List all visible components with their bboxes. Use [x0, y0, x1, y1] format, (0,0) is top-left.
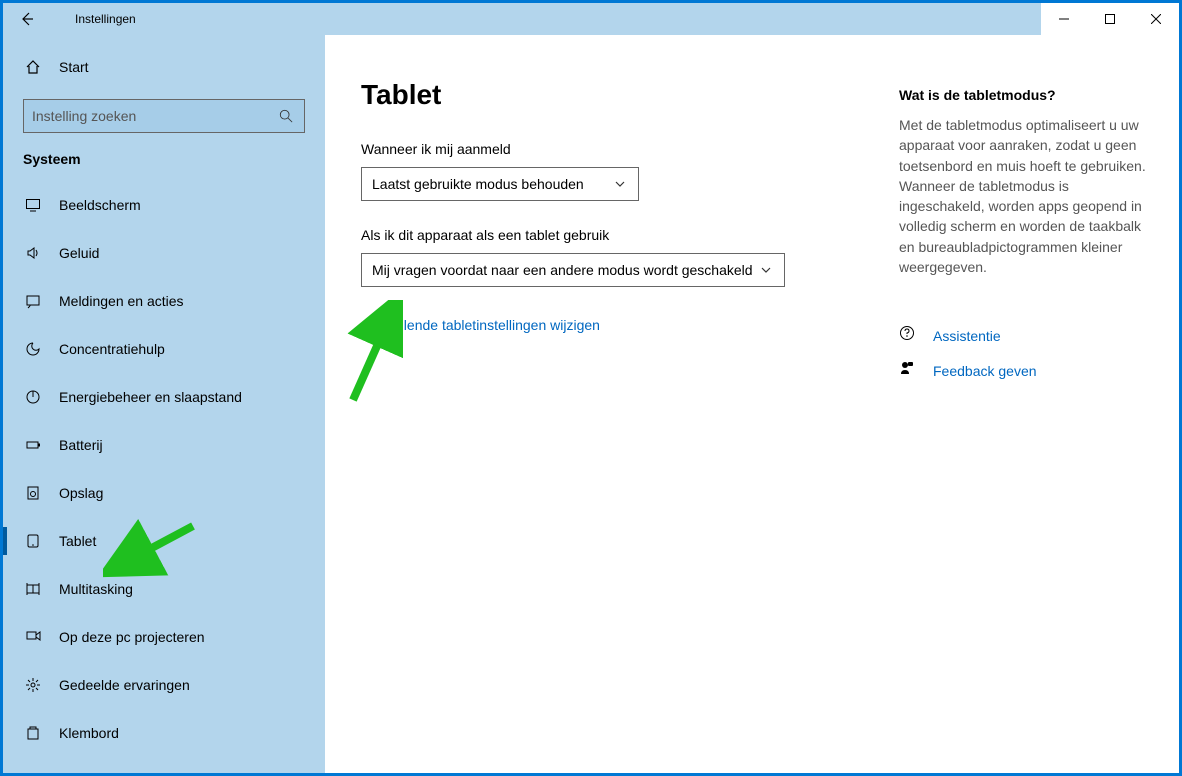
- sidebar-item-op-deze-pc-projecteren[interactable]: Op deze pc projecteren: [3, 613, 325, 661]
- main-content: Tablet Wanneer ik mij aanmeld Laatst geb…: [325, 35, 865, 773]
- arrow-left-icon: [19, 11, 35, 27]
- nav-icon: [23, 677, 43, 693]
- tablet-use-select[interactable]: Mij vragen voordat naar een andere modus…: [361, 253, 785, 287]
- tablet-use-label: Als ik dit apparaat als een tablet gebru…: [361, 227, 865, 243]
- signin-mode-value: Laatst gebruikte modus behouden: [372, 176, 584, 192]
- search-icon: [276, 109, 296, 123]
- signin-mode-label: Wanneer ik mij aanmeld: [361, 141, 865, 157]
- sidebar-item-label: Multitasking: [43, 581, 133, 597]
- back-button[interactable]: [3, 3, 51, 35]
- help-icon: [899, 325, 921, 346]
- nav-icon: [23, 389, 43, 405]
- aside-body: Met de tabletmodus optimaliseert u uw ap…: [899, 115, 1155, 277]
- sidebar-item-klembord[interactable]: Klembord: [3, 709, 325, 757]
- maximize-button[interactable]: [1087, 3, 1133, 35]
- sidebar-item-concentratiehulp[interactable]: Concentratiehulp: [3, 325, 325, 373]
- minimize-button[interactable]: [1041, 3, 1087, 35]
- search-input[interactable]: [23, 99, 305, 133]
- chevron-down-icon: [612, 178, 628, 190]
- feedback-link[interactable]: Feedback geven: [899, 360, 1155, 381]
- sidebar-item-gedeelde-ervaringen[interactable]: Gedeelde ervaringen: [3, 661, 325, 709]
- aside-heading: Wat is de tabletmodus?: [899, 87, 1155, 103]
- sidebar-item-label: Energiebeheer en slaapstand: [43, 389, 242, 405]
- sidebar: Start Systeem Beeldscherm Geluid Meldingen…: [3, 35, 325, 773]
- nav-icon: [23, 629, 43, 645]
- sidebar-item-label: Concentratiehulp: [43, 341, 165, 357]
- sidebar-item-label: Beeldscherm: [43, 197, 141, 213]
- sidebar-item-tablet[interactable]: Tablet: [3, 517, 325, 565]
- tablet-use-value: Mij vragen voordat naar een andere modus…: [372, 262, 753, 278]
- sidebar-item-label: Klembord: [43, 725, 119, 741]
- nav-icon: [23, 485, 43, 501]
- sidebar-item-geluid[interactable]: Geluid: [3, 229, 325, 277]
- additional-settings-link[interactable]: Aanvullende tabletinstellingen wijzigen: [361, 317, 600, 333]
- feedback-icon: [899, 360, 921, 381]
- sidebar-item-label: Geluid: [43, 245, 99, 261]
- sidebar-item-meldingen-en-acties[interactable]: Meldingen en acties: [3, 277, 325, 325]
- page-title: Tablet: [361, 79, 865, 111]
- sidebar-item-label: Batterij: [43, 437, 103, 453]
- chevron-down-icon: [758, 264, 774, 276]
- titlebar: Instellingen: [3, 3, 1179, 35]
- sidebar-item-label: Tablet: [43, 533, 96, 549]
- nav-icon: [23, 437, 43, 453]
- close-button[interactable]: [1133, 3, 1179, 35]
- window-title: Instellingen: [51, 12, 136, 26]
- signin-mode-select[interactable]: Laatst gebruikte modus behouden: [361, 167, 639, 201]
- sidebar-item-label: Opslag: [43, 485, 103, 501]
- category-header: Systeem: [3, 151, 325, 181]
- nav-icon: [23, 245, 43, 261]
- sidebar-item-batterij[interactable]: Batterij: [3, 421, 325, 469]
- home-icon: [23, 59, 43, 75]
- nav-icon: [23, 725, 43, 741]
- nav-icon: [23, 581, 43, 597]
- help-link[interactable]: Assistentie: [899, 325, 1155, 346]
- sidebar-item-opslag[interactable]: Opslag: [3, 469, 325, 517]
- nav-icon: [23, 293, 43, 309]
- nav-icon: [23, 341, 43, 357]
- nav-icon: [23, 533, 43, 549]
- sidebar-item-label: Op deze pc projecteren: [43, 629, 205, 645]
- home-label: Start: [43, 59, 89, 75]
- nav-icon: [23, 197, 43, 213]
- sidebar-item-label: Meldingen en acties: [43, 293, 184, 309]
- sidebar-item-beeldscherm[interactable]: Beeldscherm: [3, 181, 325, 229]
- search-field[interactable]: [32, 108, 276, 124]
- sidebar-item-multitasking[interactable]: Multitasking: [3, 565, 325, 613]
- help-aside: Wat is de tabletmodus? Met de tabletmodu…: [899, 35, 1179, 773]
- sidebar-item-energiebeheer-en-slaapstand[interactable]: Energiebeheer en slaapstand: [3, 373, 325, 421]
- sidebar-item-label: Gedeelde ervaringen: [43, 677, 190, 693]
- help-link-label: Assistentie: [921, 328, 1001, 344]
- home-button[interactable]: Start: [3, 47, 325, 87]
- feedback-link-label: Feedback geven: [921, 363, 1037, 379]
